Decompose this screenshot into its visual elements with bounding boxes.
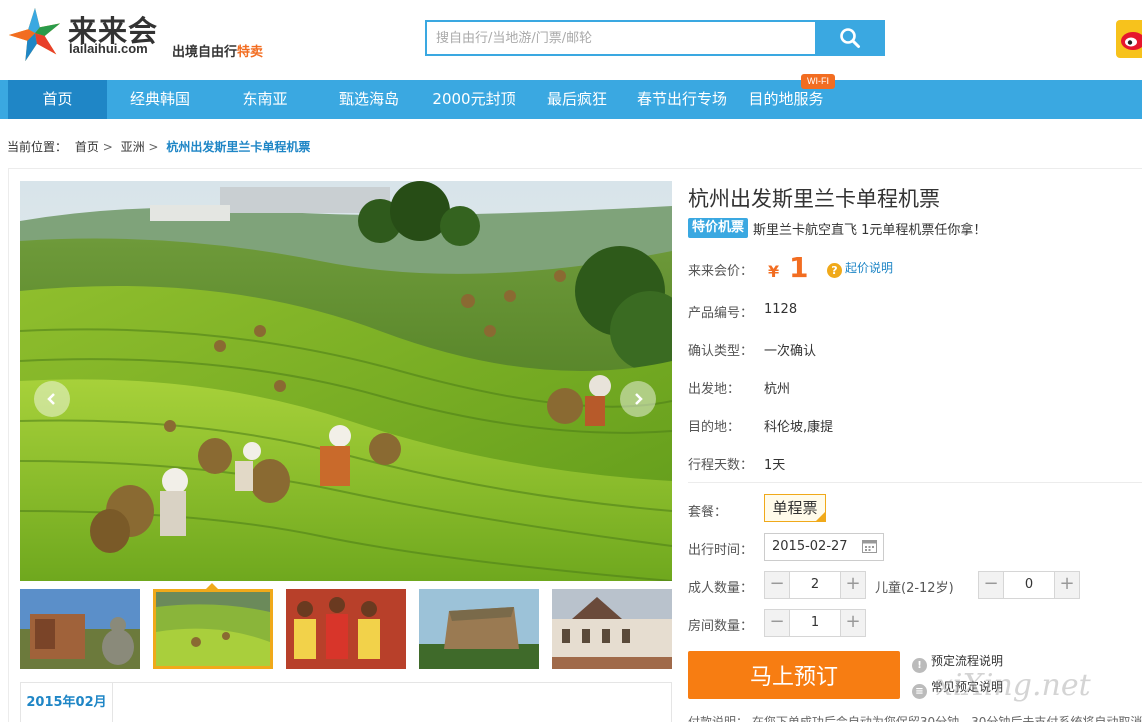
promo-row: 特价机票 斯里兰卡航空直飞 1元单程机票任你拿！ — [688, 218, 986, 238]
adult-count-value[interactable]: 2 — [790, 572, 840, 598]
weibo-share-button[interactable] — [1116, 20, 1142, 58]
main-nav: 首页 经典韩国 东南亚 甄选海岛 2000元封顶 最后疯狂 春节出行专场 目的地… — [0, 74, 1142, 119]
breadcrumb-separator: > — [102, 140, 113, 154]
payment-note: 付款说明： 在您下单成功后会自动为您保留30分钟，30分钟后未支付系统将自动取消 — [688, 715, 1142, 722]
breadcrumb-current: 杭州出发斯里兰卡单程机票 — [166, 140, 311, 154]
room-increment-button[interactable]: + — [840, 610, 865, 636]
thumbnail-image — [20, 589, 140, 669]
price-currency: ¥ — [768, 262, 780, 281]
document-icon: ≡ — [912, 684, 927, 699]
weibo-icon — [1121, 32, 1142, 50]
child-increment-button[interactable]: + — [1054, 572, 1079, 598]
nav-item-southeast-asia[interactable]: 东南亚 — [226, 80, 304, 119]
travel-date-label: 出行时间： — [688, 543, 754, 558]
breadcrumb-home[interactable]: 首页 — [75, 140, 99, 154]
breadcrumb-asia[interactable]: 亚洲 — [121, 140, 145, 154]
wifi-badge: WI-FI — [801, 74, 835, 89]
package-option-selected[interactable]: 单程票 — [764, 494, 826, 522]
gallery-thumbnail[interactable] — [552, 589, 672, 669]
search-input[interactable] — [425, 20, 816, 56]
price-value: 1 — [789, 251, 809, 284]
product-title: 杭州出发斯里兰卡单程机票 — [688, 187, 940, 211]
child-count-value[interactable]: 0 — [1004, 572, 1054, 598]
nav-item-price-cap[interactable]: 2000元封顶 — [423, 80, 525, 119]
question-icon: ? — [827, 263, 842, 278]
site-header: 来来会 lailaihui.com 出境自由行特卖 — [0, 0, 1142, 80]
book-now-button[interactable]: 马上预订 — [688, 651, 900, 699]
child-count-label: 儿童(2-12岁) — [875, 581, 954, 596]
gallery-thumbnail[interactable] — [419, 589, 539, 669]
trip-days-value: 1天 — [764, 458, 786, 473]
search-icon — [840, 28, 860, 48]
confirm-type-label: 确认类型： — [688, 344, 754, 359]
logo-domain-text[interactable]: lailaihui.com — [69, 41, 148, 56]
room-count-stepper: − 1 + — [764, 609, 866, 637]
search-bar — [425, 20, 885, 56]
booking-faq-text: 常见预定说明 — [931, 680, 1004, 694]
slogan-highlight: 特卖 — [237, 45, 264, 60]
price-help-text: 起价说明 — [845, 261, 894, 275]
product-code-value: 1128 — [764, 302, 798, 317]
gallery-prev-button[interactable] — [34, 381, 70, 417]
room-decrement-button[interactable]: − — [765, 610, 790, 636]
calendar-icon[interactable] — [862, 539, 877, 553]
selected-check-icon — [815, 511, 826, 522]
adult-decrement-button[interactable]: − — [765, 572, 790, 598]
trip-days-label: 行程天数： — [688, 458, 754, 473]
booking-flow-text: 预定流程说明 — [931, 654, 1004, 668]
child-count-stepper: − 0 + — [978, 571, 1080, 599]
logo-star-icon[interactable] — [6, 6, 64, 64]
price-calendar: 2015年02月 — [20, 682, 672, 722]
main-photo — [20, 181, 672, 581]
gallery-thumbnail[interactable] — [20, 589, 140, 669]
thumbnail-image — [419, 589, 539, 669]
destination-label: 目的地： — [688, 420, 741, 435]
tea-plantation-illustration — [20, 181, 672, 581]
exclamation-icon: ! — [912, 658, 927, 673]
nav-item-spring-festival[interactable]: 春节出行专场 — [630, 80, 734, 119]
adult-count-stepper: − 2 + — [764, 571, 866, 599]
destination-value: 科伦坡,康提 — [764, 420, 834, 435]
room-count-label: 房间数量： — [688, 619, 754, 634]
thumbnail-image — [552, 589, 672, 669]
promo-tag: 特价机票 — [688, 218, 749, 238]
departure-label: 出发地： — [688, 382, 741, 397]
adult-count-label: 成人数量： — [688, 581, 754, 596]
promo-text: 斯里兰卡航空直飞 1元单程机票任你拿！ — [753, 222, 987, 238]
package-option-text: 单程票 — [772, 499, 818, 517]
calendar-month[interactable]: 2015年02月 — [21, 683, 113, 722]
slogan-main: 出境自由行 — [172, 45, 238, 60]
product-code-label: 产品编号： — [688, 306, 754, 321]
divider — [688, 482, 1142, 483]
nav-item-korea[interactable]: 经典韩国 — [117, 80, 203, 119]
departure-value: 杭州 — [764, 382, 791, 397]
child-decrement-button[interactable]: − — [979, 572, 1004, 598]
breadcrumb-separator: > — [148, 140, 159, 154]
nav-item-last-minute[interactable]: 最后疯狂 — [536, 80, 618, 119]
price-help-link[interactable]: ? 起价说明 — [827, 259, 893, 278]
price-label: 来来会价： — [688, 264, 754, 279]
chevron-left-icon — [47, 393, 55, 405]
chevron-right-icon — [635, 393, 643, 405]
travel-date-value: 2015-02-27 — [772, 539, 848, 554]
adult-increment-button[interactable]: + — [840, 572, 865, 598]
nav-item-islands[interactable]: 甄选海岛 — [329, 80, 409, 119]
thumbnail-image — [156, 592, 270, 666]
search-button[interactable] — [815, 20, 885, 56]
thumbnail-pointer — [205, 583, 219, 590]
confirm-type-value: 一次确认 — [764, 344, 817, 359]
gallery-thumbnail[interactable] — [286, 589, 406, 669]
breadcrumb: 当前位置： 首页 > 亚洲 > 杭州出发斯里兰卡单程机票 — [7, 138, 314, 155]
booking-faq-link[interactable]: ≡ 常见预定说明 — [912, 678, 1003, 699]
nav-item-home[interactable]: 首页 — [8, 80, 107, 119]
gallery-thumbnail-selected[interactable] — [153, 589, 273, 669]
room-count-value[interactable]: 1 — [790, 610, 840, 636]
gallery-next-button[interactable] — [620, 381, 656, 417]
package-label: 套餐： — [688, 505, 728, 520]
thumbnail-image — [286, 589, 406, 669]
slogan: 出境自由行特卖 — [172, 41, 263, 60]
breadcrumb-prefix: 当前位置： — [7, 140, 68, 154]
booking-flow-link[interactable]: ! 预定流程说明 — [912, 652, 1003, 673]
